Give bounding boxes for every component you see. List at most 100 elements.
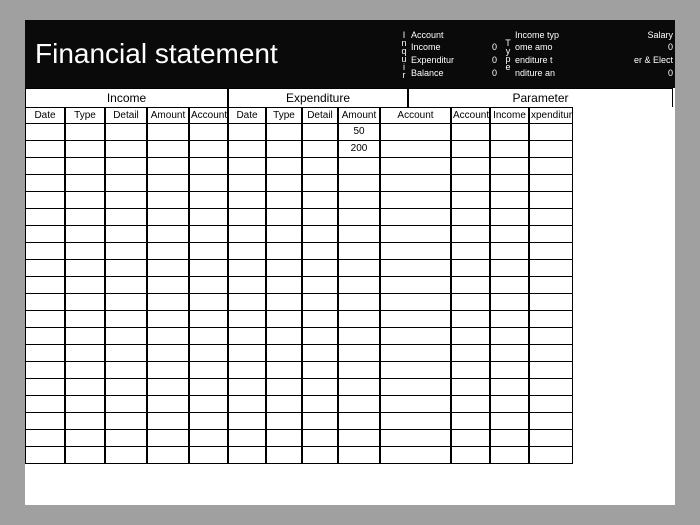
- cell[interactable]: [490, 396, 529, 413]
- cell[interactable]: [529, 141, 573, 158]
- cell[interactable]: [189, 447, 228, 464]
- cell[interactable]: [380, 396, 451, 413]
- cell[interactable]: [451, 413, 490, 430]
- cell[interactable]: [189, 413, 228, 430]
- cell[interactable]: [529, 362, 573, 379]
- cell[interactable]: [105, 226, 147, 243]
- cell[interactable]: [529, 294, 573, 311]
- cell[interactable]: [451, 430, 490, 447]
- cell[interactable]: [302, 379, 338, 396]
- cell[interactable]: [228, 158, 266, 175]
- cell[interactable]: [105, 379, 147, 396]
- cell[interactable]: [189, 260, 228, 277]
- cell[interactable]: [65, 226, 105, 243]
- cell[interactable]: [228, 141, 266, 158]
- cell[interactable]: [105, 294, 147, 311]
- cell[interactable]: 200: [338, 141, 380, 158]
- cell[interactable]: [490, 328, 529, 345]
- cell[interactable]: [147, 158, 189, 175]
- cell[interactable]: [228, 209, 266, 226]
- cell[interactable]: [490, 447, 529, 464]
- cell[interactable]: [25, 430, 65, 447]
- cell[interactable]: [302, 328, 338, 345]
- cell[interactable]: [338, 413, 380, 430]
- cell[interactable]: [228, 413, 266, 430]
- cell[interactable]: [451, 362, 490, 379]
- cell[interactable]: [338, 260, 380, 277]
- cell[interactable]: [338, 192, 380, 209]
- cell[interactable]: [490, 124, 529, 141]
- cell[interactable]: [105, 124, 147, 141]
- cell[interactable]: [65, 396, 105, 413]
- cell[interactable]: [228, 260, 266, 277]
- cell[interactable]: [302, 226, 338, 243]
- cell[interactable]: [65, 158, 105, 175]
- cell[interactable]: [105, 345, 147, 362]
- cell[interactable]: [302, 362, 338, 379]
- cell[interactable]: [380, 430, 451, 447]
- cell[interactable]: [529, 311, 573, 328]
- cell[interactable]: [529, 243, 573, 260]
- cell[interactable]: [189, 345, 228, 362]
- cell[interactable]: [147, 175, 189, 192]
- cell[interactable]: [65, 362, 105, 379]
- cell[interactable]: [147, 294, 189, 311]
- cell[interactable]: [529, 175, 573, 192]
- cell[interactable]: [490, 158, 529, 175]
- cell[interactable]: [228, 379, 266, 396]
- cell[interactable]: [189, 175, 228, 192]
- data-grid[interactable]: 50200: [25, 124, 675, 505]
- cell[interactable]: [65, 413, 105, 430]
- cell[interactable]: [25, 328, 65, 345]
- cell[interactable]: [147, 311, 189, 328]
- cell[interactable]: [147, 209, 189, 226]
- cell[interactable]: [302, 260, 338, 277]
- cell[interactable]: [25, 277, 65, 294]
- cell[interactable]: [189, 158, 228, 175]
- cell[interactable]: [302, 243, 338, 260]
- cell[interactable]: [380, 311, 451, 328]
- cell[interactable]: [228, 345, 266, 362]
- cell[interactable]: [451, 311, 490, 328]
- cell[interactable]: [189, 243, 228, 260]
- cell[interactable]: [338, 430, 380, 447]
- cell[interactable]: [266, 447, 302, 464]
- cell[interactable]: [529, 396, 573, 413]
- cell[interactable]: [105, 311, 147, 328]
- cell[interactable]: [266, 345, 302, 362]
- cell[interactable]: [65, 175, 105, 192]
- cell[interactable]: [266, 226, 302, 243]
- cell[interactable]: [380, 328, 451, 345]
- cell[interactable]: [25, 158, 65, 175]
- cell[interactable]: [302, 396, 338, 413]
- cell[interactable]: [189, 277, 228, 294]
- cell[interactable]: [529, 328, 573, 345]
- cell[interactable]: [147, 226, 189, 243]
- cell[interactable]: [228, 192, 266, 209]
- cell[interactable]: [451, 294, 490, 311]
- cell[interactable]: [105, 260, 147, 277]
- cell[interactable]: [338, 209, 380, 226]
- cell[interactable]: [65, 430, 105, 447]
- cell[interactable]: [65, 209, 105, 226]
- cell[interactable]: [147, 260, 189, 277]
- cell[interactable]: [451, 175, 490, 192]
- cell[interactable]: [25, 243, 65, 260]
- cell[interactable]: [189, 328, 228, 345]
- cell[interactable]: [105, 362, 147, 379]
- cell[interactable]: [338, 277, 380, 294]
- cell[interactable]: [302, 158, 338, 175]
- cell[interactable]: [105, 328, 147, 345]
- cell[interactable]: [451, 328, 490, 345]
- cell[interactable]: [266, 277, 302, 294]
- cell[interactable]: [228, 311, 266, 328]
- cell[interactable]: [529, 447, 573, 464]
- cell[interactable]: [228, 243, 266, 260]
- cell[interactable]: [338, 396, 380, 413]
- cell[interactable]: [189, 226, 228, 243]
- cell[interactable]: [25, 379, 65, 396]
- cell[interactable]: [529, 226, 573, 243]
- cell[interactable]: [105, 141, 147, 158]
- cell[interactable]: [451, 141, 490, 158]
- cell[interactable]: [266, 362, 302, 379]
